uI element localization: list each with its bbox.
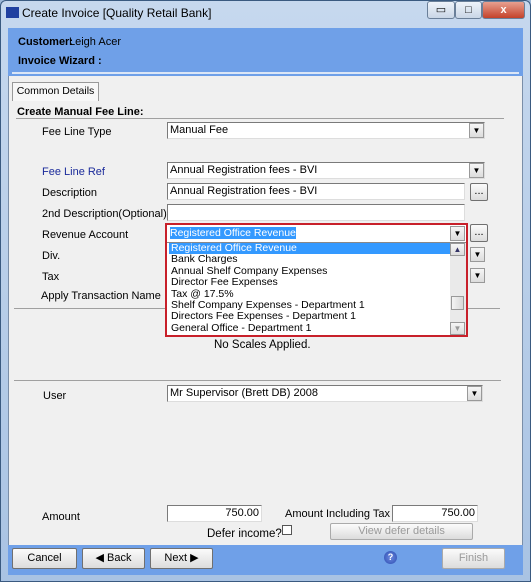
defer-income-checkbox[interactable]: [282, 525, 292, 535]
chevron-down-icon[interactable]: ▼: [467, 386, 482, 401]
tax-label: Tax: [42, 271, 60, 283]
back-button[interactable]: ◀ Back: [82, 548, 145, 569]
chevron-down-icon[interactable]: ▼: [469, 123, 484, 138]
amount-input[interactable]: 750.00: [167, 505, 262, 522]
maximize-button[interactable]: □: [455, 1, 482, 19]
header-divider: [12, 72, 519, 74]
list-item[interactable]: Director Fee Expenses: [169, 276, 450, 288]
tax-chevron-down-icon[interactable]: ▼: [470, 268, 485, 283]
chevron-down-icon[interactable]: ▼: [469, 163, 484, 178]
divider: [16, 118, 504, 119]
next-button[interactable]: Next ▶: [150, 548, 213, 569]
user-select[interactable]: Mr Supervisor (Brett DB) 2008: [167, 385, 483, 402]
fee-line-ref-link[interactable]: Fee Line Ref: [42, 166, 105, 178]
scroll-up-icon[interactable]: ▲: [450, 243, 465, 256]
second-description-label: 2nd Description(Optional): [42, 208, 167, 220]
help-icon[interactable]: ?: [384, 551, 397, 564]
cancel-button[interactable]: Cancel: [12, 548, 77, 569]
chevron-down-icon[interactable]: ▼: [450, 226, 465, 241]
div-label: Div.: [42, 250, 61, 262]
divider: [14, 380, 501, 381]
customer-value: Leigh Acer: [69, 36, 121, 48]
scrollbar-thumb[interactable]: [451, 296, 464, 310]
second-description-input[interactable]: [167, 204, 465, 221]
fee-line-ref-select[interactable]: Annual Registration fees - BVI: [167, 162, 485, 179]
fee-line-type-select[interactable]: Manual Fee: [167, 122, 485, 139]
tab-common-details[interactable]: Common Details: [12, 82, 99, 101]
close-button[interactable]: x: [482, 1, 525, 19]
minimize-button[interactable]: ▭: [427, 1, 455, 19]
amount-including-tax-input[interactable]: 750.00: [392, 505, 478, 522]
wizard-label: Invoice Wizard :: [18, 55, 102, 67]
revenue-account-label: Revenue Account: [42, 229, 129, 241]
description-ellipsis-button[interactable]: ...: [470, 183, 488, 201]
section-title: Create Manual Fee Line:: [17, 106, 144, 118]
scrollbar[interactable]: ▲ ▼: [450, 243, 466, 335]
revenue-account-ellipsis-button[interactable]: ...: [470, 224, 488, 242]
div-chevron-down-icon[interactable]: ▼: [470, 247, 485, 262]
finish-button[interactable]: Finish: [442, 548, 505, 569]
amount-label: Amount: [42, 511, 80, 523]
defer-income-label: Defer income?: [207, 528, 282, 540]
amount-including-tax-label: Amount Including Tax: [285, 508, 390, 520]
fee-line-type-label: Fee Line Type: [42, 126, 112, 138]
revenue-account-value[interactable]: Registered Office Revenue: [170, 227, 296, 239]
list-item[interactable]: General Office - Department 1: [169, 322, 450, 334]
scroll-down-icon[interactable]: ▼: [450, 322, 465, 335]
no-scales-text: No Scales Applied.: [214, 339, 311, 351]
user-label: User: [43, 390, 67, 402]
description-input[interactable]: Annual Registration fees - BVI: [167, 183, 465, 200]
window-title: Create Invoice [Quality Retail Bank]: [22, 6, 212, 20]
apply-transaction-name-label: Apply Transaction Name: [41, 290, 161, 302]
customer-label: Customer:: [18, 36, 74, 48]
revenue-account-dropdown[interactable]: Registered Office Revenue ▼ Registered O…: [165, 223, 468, 337]
view-defer-details-button[interactable]: View defer details: [330, 523, 473, 540]
app-icon: [6, 7, 19, 18]
description-label: Description: [42, 187, 98, 199]
